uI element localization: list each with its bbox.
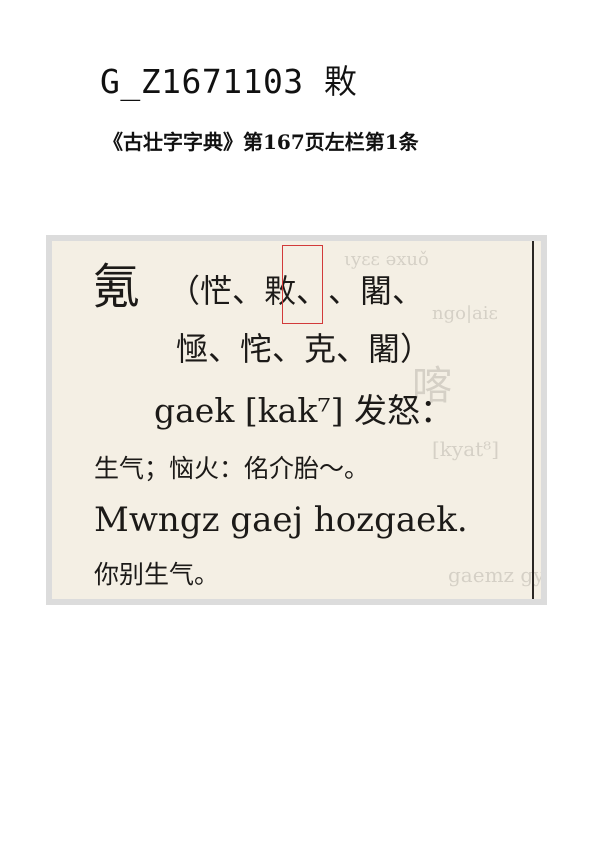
bleed-through-text: [kyat⁸] — [432, 437, 499, 461]
bleed-through-text: gaemz gyaeı — [448, 563, 541, 587]
variant-forms-line-2: 㥛、㤞、克、闍） — [176, 329, 432, 369]
definition-gloss: 生气；恼火：佲介胎～。 — [94, 453, 369, 485]
example-translation: 你别生气。 — [94, 559, 219, 591]
headword: 氪 — [92, 259, 140, 315]
romanization-line: gaek [kak⁷] 发怒： — [154, 391, 453, 431]
entry-code-title: G_Z1671103 㪙 — [100, 60, 357, 104]
dictionary-scan: ιyɛɛ əxuǒ ngo|aiɛ 喀 [kyat⁸] gaemz gyaeı … — [46, 235, 547, 605]
scan-paper: ιyɛɛ əxuǒ ngo|aiɛ 喀 [kyat⁸] gaemz gyaeı … — [52, 241, 541, 599]
example-sentence: Mwngz gaej hozgaek. — [94, 499, 468, 541]
source-citation: 《古壮字字典》第167页左栏第1条 — [103, 127, 419, 157]
highlighted-variant-box — [282, 245, 323, 324]
entry-code: G_Z1671103 — [100, 62, 304, 101]
page-spine-line — [532, 241, 534, 599]
bleed-through-text: ngo|aiɛ — [432, 303, 498, 324]
entry-character: 㪙 — [324, 62, 358, 101]
bleed-through-text: ιyɛɛ əxuǒ — [344, 249, 429, 270]
